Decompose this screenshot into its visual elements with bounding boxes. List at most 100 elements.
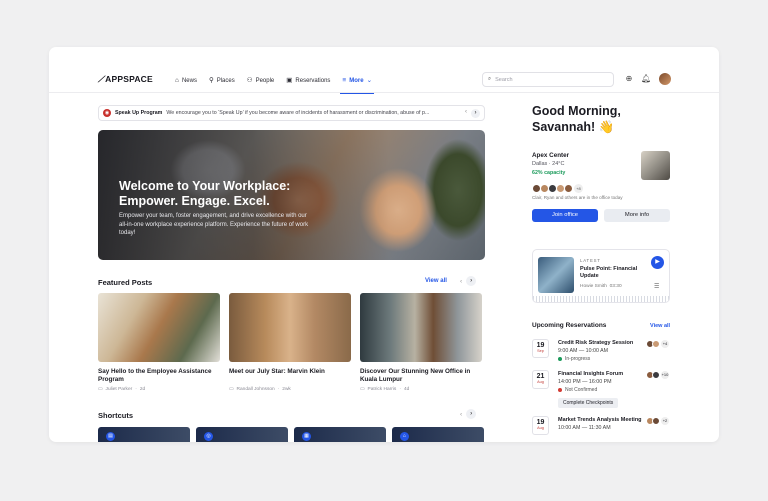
search-input[interactable]: ⌕ Search — [482, 72, 614, 87]
appspace-logo[interactable]: ⟋APPSPACE — [98, 74, 153, 85]
add-icon[interactable]: ⊕ — [624, 74, 634, 84]
chevron-right-icon[interactable]: › — [466, 409, 477, 419]
hero-banner[interactable]: Welcome to Your Workplace: Empower. Enga… — [98, 130, 485, 260]
featured-post[interactable]: Say Hello to the Employee Assistance Pro… — [98, 293, 220, 392]
post-image — [98, 293, 220, 362]
location-weather: Dallas · 24°C — [532, 161, 565, 167]
complete-checkpoints-button[interactable]: Complete Checkpoints — [558, 398, 619, 408]
post-meta: ▭ Patrick Harris · 4d — [360, 387, 410, 392]
reservation-status: Not Confirmed — [558, 387, 597, 393]
reservation-name: Credit Risk Strategy Session — [558, 340, 634, 346]
nav-news[interactable]: ⌂ News — [169, 71, 203, 91]
podcast-label: LATEST — [580, 258, 601, 263]
people-count-badge: +8 — [574, 184, 583, 193]
nav-places[interactable]: ⚲ Places — [203, 71, 241, 91]
nav-people[interactable]: ⚇ People — [241, 71, 281, 91]
location-capacity: 62% capacity — [532, 170, 566, 176]
ticker-nav: ‹ › — [465, 108, 480, 118]
post-age: 4d — [403, 387, 410, 392]
reservation-time: 9:00 AM — 10:00 AM — [558, 348, 609, 354]
shortcut-tile[interactable]: ▤ — [98, 427, 190, 442]
people-note: Clair, Ryan and others are in the office… — [532, 195, 623, 200]
greeting-heading: Good Morning, Savannah! 👋 — [532, 104, 621, 134]
post-author: Patrick Harris — [367, 387, 397, 392]
reservation-name: Financial Insights Forum — [558, 371, 624, 377]
reservations-title: Upcoming Reservations — [532, 322, 607, 329]
featured-post[interactable]: Meet our July Star: Marvin Klein ▭ Randal… — [229, 293, 351, 392]
chevron-down-icon: ⌄ — [366, 76, 373, 84]
podcast-title: Pulse Point: Financial Update — [580, 266, 638, 279]
featured-view-all-link[interactable]: View all — [425, 278, 447, 284]
playlist-icon[interactable]: ☰ — [654, 283, 659, 290]
chevron-right-icon[interactable]: › — [466, 276, 477, 286]
globe-icon: ◎ — [204, 432, 213, 441]
nav-more[interactable]: ≡ More ⌄ — [336, 71, 378, 94]
post-title: Say Hello to the Employee Assistance Pro… — [98, 368, 212, 383]
announcement-ticker[interactable]: ◉ Speak Up Program We encourage you to ‘… — [98, 105, 485, 121]
podcast-card[interactable]: LATEST Pulse Point: Financial Update How… — [532, 249, 670, 303]
post-age: 2d — [139, 387, 146, 392]
app-window: ⟋APPSPACE ⌂ News ⚲ Places ⚇ People ▣ Reserva… — [49, 47, 719, 442]
main-nav: ⌂ News ⚲ Places ⚇ People ▣ Reservations ≡ Mor… — [169, 71, 378, 94]
reservations-view-all-link[interactable]: View all — [650, 323, 670, 329]
bell-icon[interactable]: 🔔︎ — [641, 74, 651, 84]
ticker-text: We encourage you to ‘Speak Up’ if you be… — [166, 110, 430, 116]
post-meta: ▭ Juliet Parker · 2d — [98, 387, 146, 392]
location-name[interactable]: Apex Center — [532, 152, 569, 159]
chevron-right-icon[interactable]: › — [471, 108, 480, 118]
reservation-month: Aug — [537, 426, 544, 430]
play-icon[interactable]: ▶ — [651, 256, 664, 269]
attendees: +4 — [646, 340, 669, 348]
avatar — [652, 371, 660, 379]
featured-post[interactable]: Discover Our Stunning New Office in Kual… — [360, 293, 482, 392]
status-dot — [558, 357, 562, 361]
user-avatar[interactable] — [659, 73, 671, 85]
places-icon: ⚲ — [208, 76, 214, 84]
attendee-count: +4 — [661, 340, 669, 348]
avatar — [564, 184, 573, 193]
hero-headline: Welcome to Your Workplace: Empower. Enga… — [119, 179, 291, 208]
reservation-date: 21 Aug — [532, 370, 549, 389]
grid-icon: ▦ — [302, 432, 311, 441]
location-image — [641, 151, 670, 180]
search-placeholder: Search — [495, 76, 513, 83]
shortcut-tile[interactable]: ▦ — [294, 427, 386, 442]
post-meta: ▭ Randall Johnsson · 2wk — [229, 387, 291, 392]
reservation-month: Sep — [537, 349, 544, 353]
calendar-icon: ▣ — [286, 76, 293, 84]
people-icon: ⚇ — [246, 76, 253, 84]
people-in-office[interactable]: +8 — [532, 184, 583, 193]
nav-reservations[interactable]: ▣ Reservations — [280, 71, 336, 91]
post-age: 2wk — [282, 387, 291, 392]
reservation-name: Market Trends Analysis Meeting — [558, 417, 642, 423]
more-info-button[interactable]: More info — [604, 209, 670, 222]
reservation-status-text: Not Confirmed — [565, 387, 598, 393]
chevron-left-icon[interactable]: ‹ — [465, 109, 467, 118]
hero-body: Empower your team, foster engagement, an… — [119, 213, 309, 236]
document-icon: ▤ — [106, 432, 115, 441]
waveform — [533, 296, 669, 302]
avatar — [652, 340, 660, 348]
search-icon: ⌕ — [488, 76, 492, 82]
podcast-author: Howie Smith — [580, 284, 607, 289]
chevron-left-icon[interactable]: ‹ — [460, 411, 462, 418]
shortcut-tile[interactable]: ◎ — [196, 427, 288, 442]
attendees: +10 — [646, 371, 669, 379]
shortcut-tile[interactable]: ⌂ — [392, 427, 484, 442]
reservation-month: Aug — [537, 380, 544, 384]
reservation-day: 19 — [536, 419, 545, 426]
podcast-thumbnail — [538, 257, 574, 293]
home-icon: ⌂ — [175, 76, 179, 84]
shortcuts-title: Shortcuts — [98, 411, 134, 420]
nav-news-label: News — [181, 78, 197, 84]
reservation-time: 10:00 AM — 11:30 AM — [558, 425, 611, 431]
join-office-button[interactable]: Join office — [532, 209, 598, 222]
reservation-day: 19 — [536, 342, 545, 349]
reservation-status: In-progress — [558, 356, 590, 362]
post-title: Discover Our Stunning New Office in Kual… — [360, 368, 471, 383]
chevron-left-icon[interactable]: ‹ — [460, 278, 462, 285]
post-author: Juliet Parker — [105, 387, 133, 392]
logo-text: APPSPACE — [105, 74, 153, 84]
nav-more-label: More — [349, 78, 364, 84]
nav-reservations-label: Reservations — [295, 78, 331, 84]
